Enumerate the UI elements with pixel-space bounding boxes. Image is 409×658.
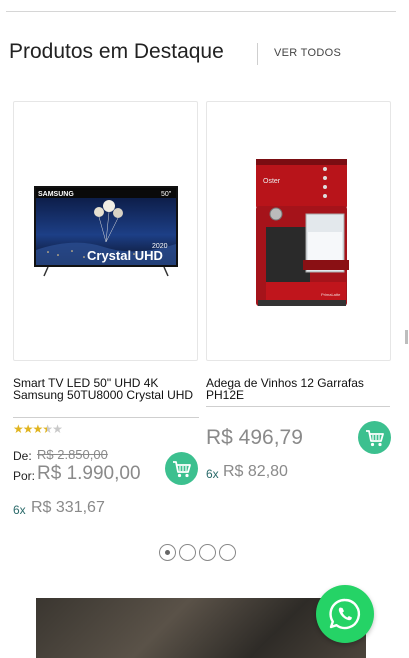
carousel-dot[interactable]	[179, 544, 196, 561]
tv-brand-text: SAMSUNG	[38, 191, 74, 198]
title-separator	[257, 43, 258, 65]
shopping-cart-icon	[365, 429, 384, 446]
carousel-pagination	[159, 544, 236, 561]
product-name[interactable]: Adega de Vinhos 12 Garrafas PH12E	[206, 377, 392, 401]
tv-tagline-text: Crystal UHD	[87, 248, 163, 263]
product-name[interactable]: Smart TV LED 50" UHD 4K Samsung 50TU8000…	[13, 377, 199, 401]
carousel-dot[interactable]	[219, 544, 236, 561]
product-name-divider	[13, 417, 199, 418]
whatsapp-button[interactable]	[316, 585, 374, 643]
scroll-edge-indicator	[405, 330, 408, 344]
product-image-coffee-machine[interactable]: Oster PrimaLatte	[206, 101, 391, 361]
carousel-dot[interactable]	[199, 544, 216, 561]
installments-count: 6x	[13, 503, 26, 517]
svg-text:PrimaLatte: PrimaLatte	[321, 292, 341, 297]
section-title: Produtos em Destaque	[9, 40, 224, 63]
installment-value: R$ 82,80	[223, 463, 288, 480]
see-all-link[interactable]: VER TODOS	[274, 47, 341, 59]
star-full-icon: ★	[13, 422, 24, 436]
shopping-cart-icon	[172, 460, 191, 477]
carousel-dot[interactable]	[159, 544, 176, 561]
product-price: R$ 496,79	[206, 426, 303, 449]
star-full-icon: ★	[32, 422, 44, 436]
installments-count: 6x	[206, 467, 219, 481]
old-price: R$ 2.850,00	[37, 447, 108, 462]
star-full-icon: ★	[22, 422, 34, 436]
top-divider	[6, 11, 396, 12]
old-price-label: De:	[13, 449, 32, 463]
product-image-tv[interactable]: SAMSUNG 50" 2020 Crystal UHD	[13, 101, 198, 361]
svg-text:Oster: Oster	[263, 178, 281, 185]
star-empty-icon: ★	[52, 422, 63, 436]
rating-stars: ★★★★★	[13, 422, 63, 436]
whatsapp-icon	[329, 598, 361, 630]
product-name-divider	[206, 406, 390, 407]
new-price: R$ 1.990,00	[37, 463, 141, 484]
coffee-machine-illustration: Oster PrimaLatte	[256, 159, 349, 306]
tv-size-text: 50"	[161, 191, 172, 198]
add-to-cart-button[interactable]	[358, 421, 391, 454]
tv-illustration: SAMSUNG 50" 2020 Crystal UHD	[34, 186, 178, 277]
add-to-cart-button[interactable]	[165, 452, 198, 485]
installment-value: R$ 331,67	[31, 499, 105, 516]
star-half-icon: ★	[42, 422, 53, 436]
new-price-label: Por:	[13, 469, 36, 483]
